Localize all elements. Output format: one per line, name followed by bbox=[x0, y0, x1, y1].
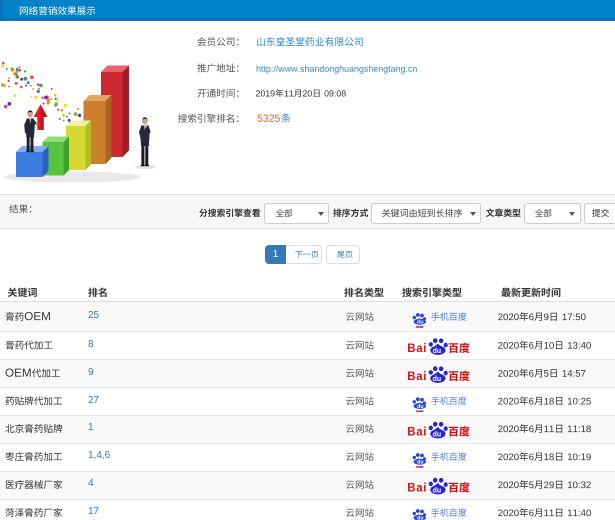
svg-text:du: du bbox=[433, 432, 442, 439]
svg-text:du: du bbox=[417, 404, 424, 410]
svg-text:du: du bbox=[433, 348, 442, 355]
svg-text:Bai: Bai bbox=[407, 343, 427, 355]
svg-text:du: du bbox=[433, 488, 442, 495]
svg-text:Bai: Bai bbox=[407, 427, 427, 439]
svg-text:Bai: Bai bbox=[407, 371, 427, 383]
svg-text:du: du bbox=[433, 376, 442, 383]
svg-text:du: du bbox=[417, 516, 424, 520]
svg-text:du: du bbox=[417, 460, 424, 466]
svg-text:Bai: Bai bbox=[407, 483, 427, 495]
svg-text:du: du bbox=[417, 320, 424, 326]
